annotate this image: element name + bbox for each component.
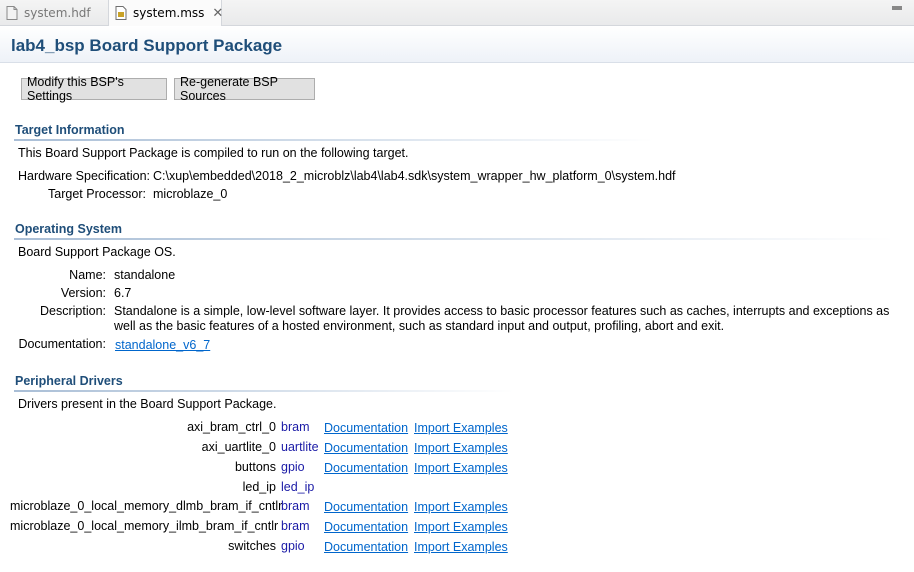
- documentation-link[interactable]: Documentation: [324, 520, 408, 534]
- tab-label: system.hdf: [24, 5, 91, 20]
- drivers-intro: Drivers present in the Board Support Pac…: [18, 397, 277, 411]
- minimize-icon[interactable]: [892, 6, 902, 10]
- driver-instance-name: axi_uartlite_0: [201, 440, 276, 454]
- tab-system-mss[interactable]: system.mss ✕: [108, 0, 223, 26]
- import-examples-link[interactable]: Import Examples: [414, 461, 508, 475]
- tab-label: system.mss: [133, 6, 205, 20]
- target-information-title: Target Information: [15, 123, 125, 137]
- form-header: lab4_bsp Board Support Package: [0, 26, 914, 63]
- os-intro: Board Support Package OS.: [18, 245, 176, 259]
- close-icon[interactable]: ✕: [212, 6, 223, 21]
- driver-name: gpio: [281, 460, 305, 474]
- documentation-link[interactable]: Documentation: [324, 441, 408, 455]
- documentation-link[interactable]: Documentation: [324, 540, 408, 554]
- documentation-link[interactable]: Documentation: [324, 500, 408, 514]
- hardware-spec-value: C:\xup\embedded\2018_2_microblz\lab4\lab…: [153, 169, 676, 183]
- import-examples-link[interactable]: Import Examples: [414, 520, 508, 534]
- editor-tab-bar: system.hdf system.mss ✕: [0, 0, 914, 26]
- import-examples-link[interactable]: Import Examples: [414, 500, 508, 514]
- driver-instance-name: microblaze_0_local_memory_dlmb_bram_if_c…: [10, 499, 283, 513]
- import-examples-link[interactable]: Import Examples: [414, 540, 508, 554]
- driver-instance-name: microblaze_0_local_memory_ilmb_bram_if_c…: [10, 519, 279, 533]
- driver-name: led_ip: [281, 480, 315, 494]
- tab-system-hdf[interactable]: system.hdf: [0, 0, 104, 25]
- driver-instance-name: buttons: [234, 460, 276, 474]
- driver-name: bram: [281, 420, 310, 434]
- import-examples-link[interactable]: Import Examples: [414, 441, 508, 455]
- driver-instance-name: led_ip: [242, 480, 276, 494]
- documentation-link[interactable]: Documentation: [324, 461, 408, 475]
- target-processor-label: Target Processor:: [48, 187, 146, 201]
- hardware-spec-label: Hardware Specification:: [18, 169, 151, 183]
- os-name-value: standalone: [114, 268, 176, 282]
- file-icon: [6, 5, 18, 20]
- section-divider: [14, 390, 514, 392]
- mss-file-icon: [115, 6, 127, 20]
- section-divider: [14, 238, 894, 240]
- driver-name: bram: [281, 499, 310, 513]
- driver-instance-name: switches: [228, 539, 276, 553]
- regenerate-bsp-sources-button[interactable]: Re-generate BSP Sources: [174, 75, 315, 103]
- driver-instance-name: axi_bram_ctrl_0: [187, 420, 276, 434]
- driver-name: uartlite: [281, 440, 319, 454]
- os-name-label: Name:: [69, 268, 106, 282]
- documentation-link[interactable]: Documentation: [324, 421, 408, 435]
- os-version-label: Version:: [60, 286, 106, 300]
- modify-bsp-settings-button[interactable]: Modify this BSP's Settings: [21, 75, 167, 103]
- driver-name: bram: [281, 519, 310, 533]
- import-examples-link[interactable]: Import Examples: [414, 421, 508, 435]
- operating-system-title: Operating System: [15, 222, 122, 236]
- standalone-doc-link[interactable]: standalone_v6_7: [115, 338, 210, 352]
- os-version-value: 6.7: [114, 286, 132, 300]
- os-documentation-label: Documentation:: [18, 337, 106, 351]
- os-description-value: Standalone is a simple, low-level softwa…: [114, 304, 890, 333]
- os-description-label: Description:: [40, 304, 106, 318]
- page-title: lab4_bsp Board Support Package: [11, 36, 283, 55]
- target-processor-value: microblaze_0: [153, 187, 228, 201]
- peripheral-drivers-title: Peripheral Drivers: [15, 374, 123, 388]
- target-intro: This Board Support Package is compiled t…: [18, 146, 409, 160]
- driver-name: gpio: [281, 539, 305, 553]
- section-divider: [14, 139, 654, 141]
